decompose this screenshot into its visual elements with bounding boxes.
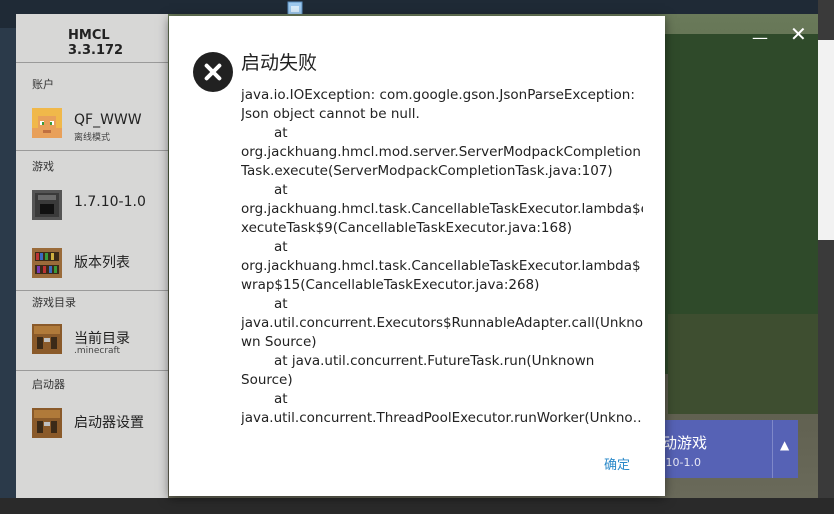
close-button[interactable]: ✕ bbox=[790, 22, 807, 46]
desktop-bottom-strip bbox=[0, 498, 834, 514]
message-line: at bbox=[274, 239, 288, 255]
message-line: org.jackhuang.hmcl.task.CancellableTaskE… bbox=[241, 201, 643, 217]
chevron-up-icon[interactable]: ▲ bbox=[780, 438, 789, 452]
error-dialog: 启动失败 java.io.IOException: com.google.gso… bbox=[169, 16, 665, 496]
furnace-icon bbox=[32, 190, 62, 220]
background-window-edge bbox=[818, 40, 834, 240]
crafting-table-icon bbox=[32, 324, 62, 354]
game-version-label: 1.7.10-1.0 bbox=[74, 194, 146, 210]
sidebar: HMCL 3.3.172 账户 QF_WWW 离线模式 游戏 1.7.10-1.… bbox=[16, 14, 168, 498]
account-mode: 离线模式 bbox=[74, 133, 111, 143]
app-title: HMCL 3.3.172 bbox=[68, 28, 124, 58]
bookshelf-icon bbox=[32, 248, 62, 278]
scene-foliage bbox=[668, 314, 818, 414]
crafting-table-icon bbox=[32, 408, 62, 438]
message-line: at bbox=[274, 125, 288, 141]
message-line: at bbox=[274, 182, 288, 198]
version-list-label: 版本列表 bbox=[74, 255, 130, 271]
launch-separator bbox=[772, 420, 773, 478]
section-game-dir: 游戏目录 bbox=[32, 296, 76, 309]
current-dir-path: .minecraft bbox=[74, 346, 121, 356]
sidebar-item-game-version[interactable]: 1.7.10-1.0 bbox=[16, 182, 168, 230]
message-line: java.io.IOException: com.google.gson.Jso… bbox=[241, 87, 635, 103]
current-dir-label: 当前目录 bbox=[74, 331, 130, 347]
message-line: Source) bbox=[241, 372, 293, 388]
message-line: Task.execute(ServerModpackCompletionTask… bbox=[241, 163, 613, 179]
launch-game-button[interactable]: 动游戏 .10-1.0 ▲ bbox=[646, 420, 798, 478]
message-line: at bbox=[274, 296, 288, 312]
message-line: xecuteTask$9(CancellableTaskExecutor.jav… bbox=[241, 220, 572, 236]
message-line: java.util.concurrent.Executors$RunnableA… bbox=[241, 315, 643, 331]
divider bbox=[16, 150, 168, 151]
launch-label: 动游戏 bbox=[662, 434, 708, 452]
error-x-icon bbox=[193, 52, 233, 92]
launch-version: .10-1.0 bbox=[662, 456, 701, 469]
message-line: java.util.concurrent.ThreadPoolExecutor.… bbox=[241, 410, 643, 426]
section-account: 账户 bbox=[32, 78, 54, 91]
minimize-button[interactable]: — bbox=[752, 28, 768, 47]
divider bbox=[16, 290, 168, 291]
message-line: at java.util.concurrent.FutureTask.run(U… bbox=[274, 353, 595, 369]
divider bbox=[16, 370, 168, 371]
launcher-settings-label: 启动器设置 bbox=[74, 415, 144, 431]
message-line: Json object cannot be null. bbox=[241, 106, 420, 122]
dialog-title: 启动失败 bbox=[241, 52, 318, 74]
account-name: QF_WWW bbox=[74, 112, 142, 128]
message-line: org.jackhuang.hmcl.task.CancellableTaskE… bbox=[241, 258, 641, 274]
section-launcher: 启动器 bbox=[32, 378, 65, 391]
ok-button[interactable]: 确定 bbox=[604, 454, 630, 473]
message-line: at bbox=[274, 391, 288, 407]
divider bbox=[16, 62, 168, 63]
sidebar-item-current-dir[interactable]: 当前目录 .minecraft bbox=[16, 316, 168, 364]
section-game: 游戏 bbox=[32, 160, 54, 173]
message-line: wn Source) bbox=[241, 334, 317, 350]
message-line: wrap$15(CancellableTaskExecutor.java:268… bbox=[241, 277, 540, 293]
dialog-message: java.io.IOException: com.google.gson.Jso… bbox=[241, 86, 643, 428]
sidebar-item-launcher-settings[interactable]: 启动器设置 bbox=[16, 400, 168, 448]
sidebar-item-version-list[interactable]: 版本列表 bbox=[16, 240, 168, 288]
player-head-icon bbox=[32, 108, 62, 138]
sidebar-item-account[interactable]: QF_WWW 离线模式 bbox=[16, 100, 168, 148]
message-line: org.jackhuang.hmcl.mod.server.ServerModp… bbox=[241, 144, 641, 160]
